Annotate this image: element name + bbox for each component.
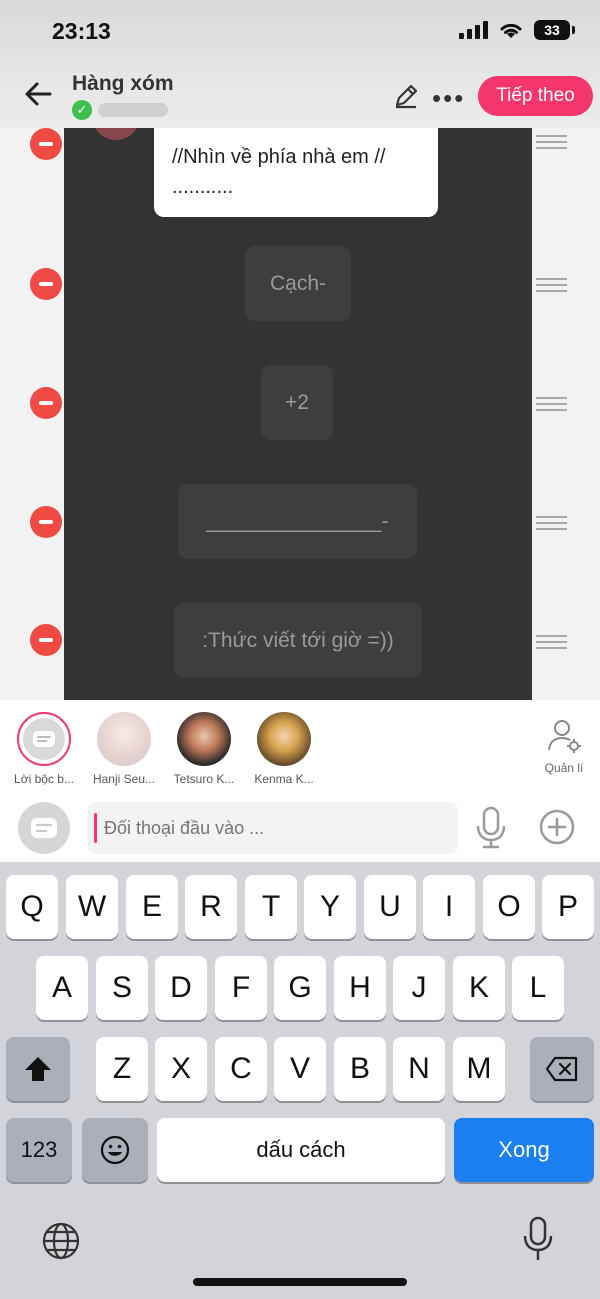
wifi-icon xyxy=(500,23,522,38)
drag-handle-icon[interactable] xyxy=(536,516,567,530)
key-g[interactable]: G xyxy=(274,956,326,1020)
back-arrow-icon[interactable] xyxy=(22,78,54,110)
backspace-icon xyxy=(545,1056,578,1082)
numbers-key[interactable]: 123 xyxy=(6,1118,72,1182)
page-title: Hàng xóm xyxy=(72,72,174,95)
character-selector: Lời bộc b... Hanji Seu... Tetsuro K... K… xyxy=(0,700,600,796)
key-e[interactable]: E xyxy=(126,875,178,939)
key-l[interactable]: L xyxy=(512,956,564,1020)
narration-text: _______________- xyxy=(206,509,389,533)
cellular-signal-icon xyxy=(459,21,488,39)
subtitle-blurred xyxy=(98,103,168,117)
manage-characters-button[interactable]: Quản lí xyxy=(538,718,590,775)
check-icon: ✓ xyxy=(72,100,92,120)
shift-key[interactable] xyxy=(6,1037,70,1101)
key-r[interactable]: R xyxy=(185,875,237,939)
keyboard: Q W E R T Y U I O P A S D F G H J K L Z … xyxy=(0,862,600,1299)
key-s[interactable]: S xyxy=(96,956,148,1020)
backspace-key[interactable] xyxy=(530,1037,594,1101)
key-z[interactable]: Z xyxy=(96,1037,148,1101)
dictation-mic-icon[interactable] xyxy=(520,1216,556,1262)
character-narrator[interactable]: Lời bộc b... xyxy=(2,712,86,786)
remove-item-button[interactable] xyxy=(30,128,62,160)
text-caret xyxy=(94,813,97,843)
key-b[interactable]: B xyxy=(334,1037,386,1101)
done-key[interactable]: Xong xyxy=(454,1118,594,1182)
dialogue-bubble[interactable]: //Nhìn về phía nhà em // ........... xyxy=(154,128,438,217)
key-f[interactable]: F xyxy=(215,956,267,1020)
key-x[interactable]: X xyxy=(155,1037,207,1101)
add-icon[interactable] xyxy=(538,808,576,846)
remove-item-button[interactable] xyxy=(30,624,62,656)
key-q[interactable]: Q xyxy=(6,875,58,939)
narration-text: +2 xyxy=(285,390,309,414)
avatar xyxy=(17,712,71,766)
key-j[interactable]: J xyxy=(393,956,445,1020)
character-hanji[interactable]: Hanji Seu... xyxy=(82,712,166,786)
drag-handle-icon[interactable] xyxy=(536,635,567,649)
remove-item-button[interactable] xyxy=(30,387,62,419)
emoji-icon xyxy=(100,1135,130,1165)
user-settings-icon xyxy=(548,720,581,753)
remove-item-button[interactable] xyxy=(30,506,62,538)
dialogue-text: //Nhìn về phía nhà em // ........... xyxy=(172,146,386,198)
drag-handle-icon[interactable] xyxy=(536,278,567,292)
character-name: Tetsuro K... xyxy=(173,772,235,786)
avatar xyxy=(257,712,311,766)
manage-label: Quản lí xyxy=(544,761,584,775)
key-t[interactable]: T xyxy=(245,875,297,939)
remove-item-button[interactable] xyxy=(30,268,62,300)
next-button[interactable]: Tiếp theo xyxy=(478,76,593,116)
battery-icon: 33 xyxy=(534,20,575,40)
narration-text: Cạch- xyxy=(269,271,327,295)
avatar xyxy=(177,712,231,766)
drag-handle-icon[interactable] xyxy=(536,397,567,411)
narration-bubble[interactable]: :Thức viết tới giờ =)) xyxy=(174,603,422,678)
narration-icon xyxy=(31,818,57,838)
key-c[interactable]: C xyxy=(215,1037,267,1101)
narration-bubble[interactable]: Cạch- xyxy=(245,246,351,321)
shift-arrow-icon xyxy=(25,1057,51,1081)
key-i[interactable]: I xyxy=(423,875,475,939)
narration-text: :Thức viết tới giờ =)) xyxy=(202,628,394,652)
narration-bubble[interactable]: +2 xyxy=(261,365,333,440)
key-a[interactable]: A xyxy=(36,956,88,1020)
pencil-icon[interactable] xyxy=(392,82,420,110)
emoji-key[interactable] xyxy=(82,1118,148,1182)
narration-icon xyxy=(33,731,55,747)
key-p[interactable]: P xyxy=(542,875,594,939)
home-indicator xyxy=(193,1278,407,1286)
narration-mode-button[interactable] xyxy=(18,802,70,854)
status-time: 23:13 xyxy=(52,18,111,44)
microphone-icon[interactable] xyxy=(474,806,508,850)
story-editor: //Nhìn về phía nhà em // ........... Cạc… xyxy=(0,128,600,700)
space-key[interactable]: dấu cách xyxy=(157,1118,445,1182)
character-name: Kenma K... xyxy=(254,772,314,786)
drag-handle-icon[interactable] xyxy=(536,135,567,149)
character-tetsuro[interactable]: Tetsuro K... xyxy=(162,712,246,786)
key-n[interactable]: N xyxy=(393,1037,445,1101)
key-y[interactable]: Y xyxy=(304,875,356,939)
dialogue-input[interactable] xyxy=(88,802,458,854)
avatar xyxy=(97,712,151,766)
key-u[interactable]: U xyxy=(364,875,416,939)
key-d[interactable]: D xyxy=(155,956,207,1020)
globe-icon[interactable] xyxy=(40,1220,82,1262)
key-h[interactable]: H xyxy=(334,956,386,1020)
status-icons: 33 xyxy=(459,20,575,40)
input-row xyxy=(0,796,600,862)
key-o[interactable]: O xyxy=(483,875,535,939)
key-w[interactable]: W xyxy=(66,875,118,939)
key-k[interactable]: K xyxy=(453,956,505,1020)
character-name: Lời bộc b... xyxy=(14,772,74,786)
key-m[interactable]: M xyxy=(453,1037,505,1101)
more-options-icon[interactable]: ••• xyxy=(432,83,465,114)
key-v[interactable]: V xyxy=(274,1037,326,1101)
top-bar: 23:13 33 Hàng xóm ✓ ••• Tiếp theo xyxy=(0,0,600,128)
character-kenma[interactable]: Kenma K... xyxy=(242,712,326,786)
narration-bubble[interactable]: _______________- xyxy=(178,484,417,559)
character-name: Hanji Seu... xyxy=(92,772,156,786)
